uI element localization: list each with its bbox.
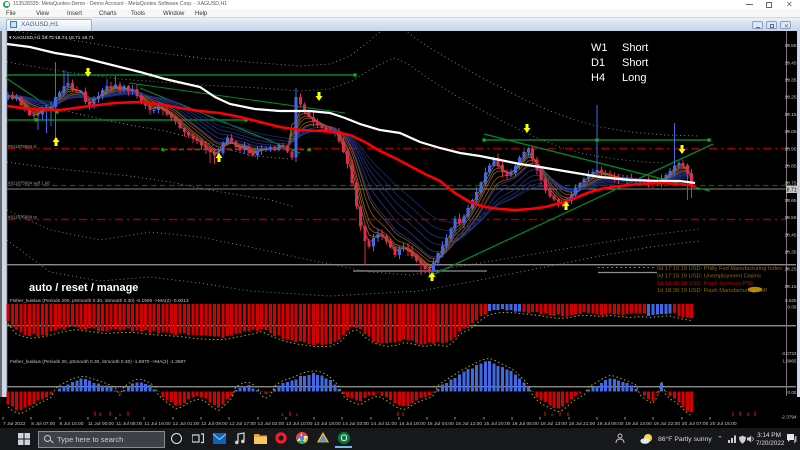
svg-text:11 Jul 00:00: 11 Jul 00:00 [88,421,115,427]
svg-text:14 Jul 19:00: 14 Jul 19:00 [399,421,426,427]
svg-text:15 Jul 04:00: 15 Jul 04:00 [427,421,454,427]
svg-text:auto / reset / manage: auto / reset / manage [29,282,138,294]
svg-text:Fisher_kuskus (Periods 20, pS: Fisher_kuskus (Periods 20, pSmooth 0.30,… [10,359,186,365]
svg-text:19 Jul 06:00: 19 Jul 06:00 [597,421,624,427]
svg-text:Short: Short [622,42,648,54]
svg-text:1.8965: 1.8965 [782,359,796,364]
svg-text:Short: Short [622,57,648,69]
svg-text:#911875984 sl: #911875984 sl [8,144,37,149]
svg-text:13 Jul 02:00: 13 Jul 02:00 [258,421,285,427]
svg-text:D1: D1 [591,57,605,69]
svg-text:18.45: 18.45 [784,232,796,238]
svg-text:11 Jul 16:00: 11 Jul 16:00 [144,421,171,427]
svg-text:0.00: 0.00 [788,390,797,395]
svg-text:Fisher_kuskus (Periods 200, p: Fisher_kuskus (Periods 200, pSmooth 0.30… [10,298,189,304]
svg-text:O: O [340,433,347,443]
svg-text:#911875984 tp: #911875984 tp [8,215,38,220]
svg-text:18 Jul 21:00: 18 Jul 21:00 [569,421,596,427]
svg-text:12 Jul 09:00: 12 Jul 09:00 [201,421,228,427]
svg-text:7 Jul 2022: 7 Jul 2022 [3,421,26,427]
svg-text:19.15: 19.15 [784,112,796,118]
svg-text:18 Jul 05:00: 18 Jul 05:00 [512,421,539,427]
svg-text:▾ XAGUSD,H1 18.72 18.74 18.71: ▾ XAGUSD,H1 18.72 18.74 18.71 18.71 [9,35,94,41]
svg-text:14 Jul 03:00: 14 Jul 03:00 [342,421,369,427]
svg-text:20 Jul 07:00: 20 Jul 07:00 [682,421,709,427]
svg-text:18 Jul 13:00: 18 Jul 13:00 [540,421,567,427]
svg-text:#911875984 sell 1.68: #911875984 sell 1.68 [8,181,50,186]
svg-text:11 Jul 08:00: 11 Jul 08:00 [116,421,143,427]
svg-text:0d 17:15:19 USD: Unemploymen: 0d 17:15:19 USD: Unemployment Claims [657,274,761,280]
svg-text:18.25: 18.25 [784,267,796,273]
svg-text:0.525: 0.525 [785,298,797,303]
svg-text:-3.0723: -3.0723 [781,351,797,356]
svg-text:19.55: 19.55 [784,43,796,49]
svg-text:H4: H4 [591,72,605,84]
svg-text:0.00: 0.00 [788,305,797,310]
svg-text:18.71: 18.71 [784,187,797,193]
svg-text:15 Jul 12:00: 15 Jul 12:00 [455,421,482,427]
svg-text:18.35: 18.35 [784,250,796,256]
svg-text:19 Jul 14:00: 19 Jul 14:00 [625,421,652,427]
svg-text:20 Jul 15:00: 20 Jul 15:00 [710,421,737,427]
svg-text:1d 18:30:19 USD: Flash Servi: 1d 18:30:19 USD: Flash Services PMI [657,281,753,287]
svg-text:8 Jul 07:00: 8 Jul 07:00 [31,421,55,427]
svg-text:18.55: 18.55 [784,215,796,221]
svg-text:19.45: 19.45 [784,60,796,66]
svg-text:18.65: 18.65 [784,198,796,204]
svg-text:18.85: 18.85 [784,164,796,170]
svg-text:W1: W1 [591,42,608,54]
svg-text:15 Jul 20:00: 15 Jul 20:00 [484,421,511,427]
svg-text:12 Jul 01:00: 12 Jul 01:00 [173,421,200,427]
svg-text:18.15: 18.15 [784,284,796,290]
svg-text:Long: Long [622,72,646,84]
svg-text:8 Jul 15:00: 8 Jul 15:00 [60,421,84,427]
svg-text:19.35: 19.35 [784,78,796,84]
svg-text:0d 17:15:19 USD: Philly Fed: 0d 17:15:19 USD: Philly Fed Manufacturin… [657,266,782,272]
svg-text:13 Jul 18:00: 13 Jul 18:00 [314,421,341,427]
svg-text:13 Jul 10:00: 13 Jul 10:00 [286,421,313,427]
svg-text:18.95: 18.95 [784,146,796,152]
svg-text:19 Jul 22:00: 19 Jul 22:00 [653,421,680,427]
svg-text:14 Jul 11:00: 14 Jul 11:00 [371,421,398,427]
svg-text:19.05: 19.05 [784,129,796,135]
svg-text:12 Jul 17:00: 12 Jul 17:00 [229,421,256,427]
svg-text:-2.3794: -2.3794 [781,415,797,420]
svg-text:19.25: 19.25 [784,95,796,101]
